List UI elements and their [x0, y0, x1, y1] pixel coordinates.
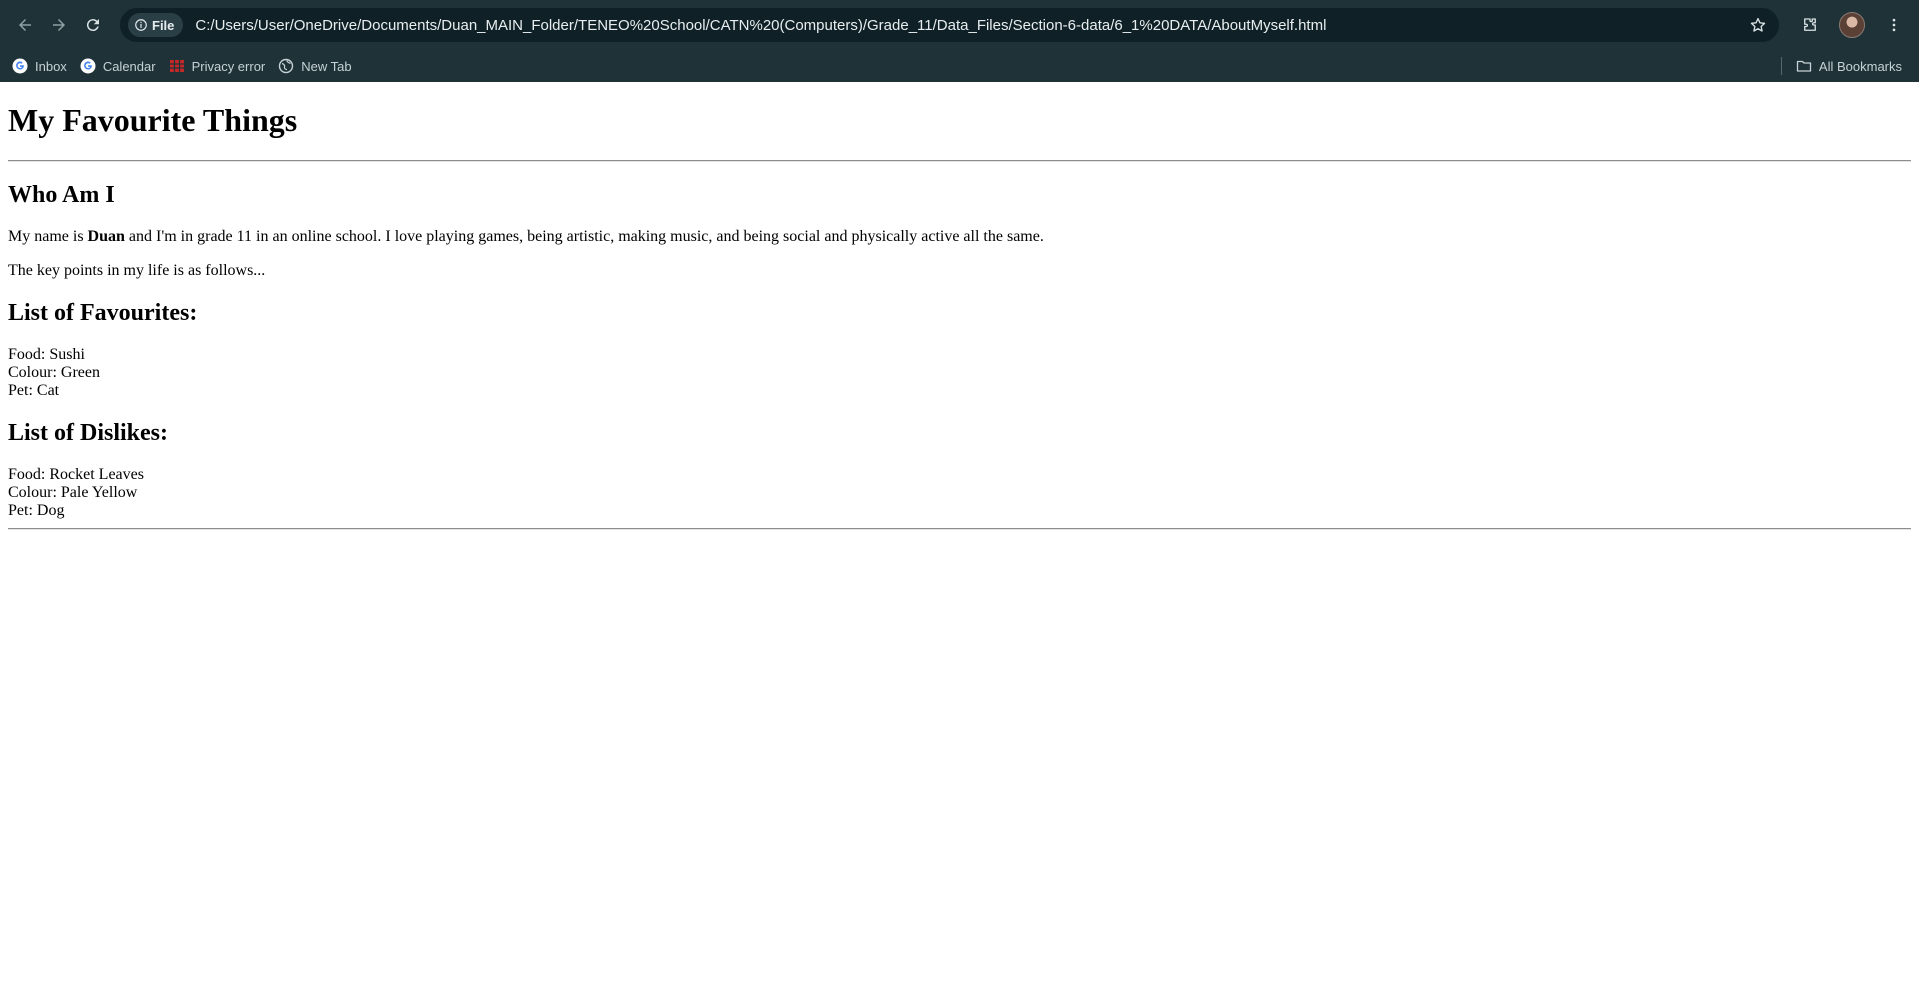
reload-icon	[86, 19, 99, 32]
bookmark-label: Calendar	[102, 58, 156, 74]
all-bookmarks-button[interactable]: All Bookmarks	[1792, 53, 1911, 79]
arrow-left-icon	[19, 19, 31, 31]
avatar	[1839, 12, 1865, 38]
site-info-label: File	[152, 17, 175, 33]
list-item: Colour: Green	[8, 364, 100, 381]
google-icon	[12, 58, 28, 74]
intro-paragraph: My name is Duan and I'm in grade 11 in a…	[8, 228, 1911, 246]
more-vertical-icon	[1892, 18, 1896, 32]
reload-button[interactable]	[76, 8, 110, 42]
list-item: Pet: Cat	[8, 382, 60, 399]
list-item: Colour: Pale Yellow	[8, 484, 138, 501]
info-icon	[135, 19, 147, 31]
favourites-heading: List of Favourites:	[8, 300, 198, 326]
list-item: Food: Rocket Leaves	[8, 466, 144, 483]
dislikes-heading: List of Dislikes:	[8, 420, 169, 446]
back-button[interactable]	[8, 8, 42, 42]
url-text[interactable]: C:/Users/User/OneDrive/Documents/Duan_MA…	[195, 17, 1743, 34]
key-points-paragraph: The key points in my life is as follows.…	[8, 262, 266, 279]
extensions-button[interactable]	[1793, 8, 1827, 42]
star-icon	[1750, 17, 1766, 32]
bookmark-inbox[interactable]: Inbox	[8, 53, 76, 79]
bookmark-calendar[interactable]: Calendar	[76, 53, 165, 79]
site-info-chip[interactable]: File	[128, 13, 184, 37]
intro-text-end: and I'm in grade 11 in an online school.…	[124, 228, 1044, 245]
all-bookmarks-label: All Bookmarks	[1818, 58, 1902, 74]
bookmarks-divider	[1780, 57, 1782, 75]
bookmark-label: Inbox	[35, 58, 67, 74]
bookmark-label: Privacy error	[191, 58, 266, 74]
intro-name: Duan	[87, 228, 125, 245]
error-grid-icon	[169, 60, 184, 72]
address-bar[interactable]: File C:/Users/User/OneDrive/Documents/Du…	[120, 8, 1779, 42]
bookmark-privacy-error[interactable]: Privacy error	[165, 53, 275, 79]
who-am-i-heading: Who Am I	[8, 182, 115, 208]
page-content: My Favourite Things Who Am I My name is …	[0, 102, 1919, 530]
forward-button[interactable]	[42, 8, 76, 42]
favourites-list: Food: Sushi Colour: Green Pet: Cat	[8, 346, 1911, 400]
list-item: Pet: Dog	[8, 502, 65, 519]
browser-toolbar: File C:/Users/User/OneDrive/Documents/Du…	[0, 0, 1919, 50]
dislikes-list: Food: Rocket Leaves Colour: Pale Yellow …	[8, 466, 1911, 520]
folder-icon	[1796, 60, 1812, 72]
menu-button[interactable]	[1877, 8, 1911, 42]
bookmark-star-button[interactable]	[1743, 10, 1773, 40]
arrow-right-icon	[53, 19, 65, 31]
bookmark-new-tab[interactable]: New Tab	[274, 53, 360, 79]
list-item: Food: Sushi	[8, 346, 85, 363]
globe-icon	[279, 58, 294, 74]
divider	[8, 160, 1911, 162]
google-icon	[80, 58, 96, 74]
intro-text-start: My name is	[8, 228, 88, 245]
bookmark-label: New Tab	[301, 58, 352, 74]
puzzle-icon	[1804, 18, 1816, 31]
profile-button[interactable]	[1835, 8, 1869, 42]
divider	[8, 528, 1911, 530]
page-title: My Favourite Things	[8, 102, 298, 138]
bookmarks-bar: Inbox Calendar Privacy error New Tab All…	[0, 50, 1919, 82]
browser-chrome: File C:/Users/User/OneDrive/Documents/Du…	[0, 0, 1919, 82]
